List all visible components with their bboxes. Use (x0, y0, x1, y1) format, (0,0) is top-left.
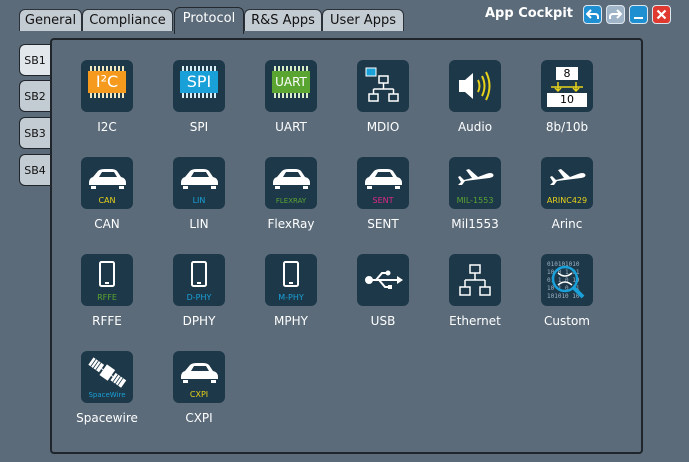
app-label: MDIO (366, 120, 400, 134)
app-label: FlexRay (267, 217, 315, 231)
app-label: RFFE (92, 314, 122, 328)
custom-decode-icon: 010101010 10 0 1 01 01 1 0 10 10 1 0 01 1010… (541, 254, 593, 306)
car-icon: CAN (81, 157, 133, 209)
usb-icon (357, 254, 409, 306)
sub-label: SpaceWire (88, 391, 126, 399)
app-label: Mil1553 (451, 217, 499, 231)
app-label: USB (370, 314, 396, 328)
app-can[interactable]: CAN CAN (61, 157, 151, 247)
car-icon: LIN (173, 157, 225, 209)
app-label: CAN (94, 217, 120, 231)
chip-text: I²C (95, 72, 119, 91)
app-ethernet[interactable]: Ethernet (429, 254, 519, 344)
app-label: UART (275, 120, 307, 134)
app-i2c[interactable]: I²C I2C (61, 60, 151, 150)
tab-rs-apps[interactable]: R&S Apps (244, 9, 322, 31)
side-tab-sb2[interactable]: SB2 (19, 80, 50, 112)
app-cxpi[interactable]: CXPI CXPI (153, 351, 243, 441)
app-lin[interactable]: LIN LIN (153, 157, 243, 247)
app-label: DPHY (182, 314, 216, 328)
app-label: CXPI (185, 411, 213, 425)
ethernet-icon (449, 254, 501, 306)
app-title: App Cockpit (485, 6, 573, 21)
tab-protocol[interactable]: Protocol (174, 7, 244, 34)
app-label: Spacewire (76, 411, 138, 425)
app-label: Arinc (551, 217, 583, 231)
forward-button[interactable] (606, 5, 625, 24)
forward-icon (609, 9, 622, 19)
sub-label: M-PHY (278, 293, 304, 302)
chip-text: SPI (186, 72, 212, 91)
sub-label: FLEXRAY (275, 197, 307, 205)
spi-chip-icon: SPI (173, 60, 225, 112)
phone-icon: D-PHY (173, 254, 225, 306)
encoding-icon: 8 10 (541, 60, 593, 112)
airplane-icon: MIL-1553 (449, 157, 501, 209)
app-flexray[interactable]: FLEXRAY FlexRay (245, 157, 335, 247)
encoding-input: 8 (563, 67, 571, 80)
app-label: LIN (189, 217, 209, 231)
encoding-output: 10 (560, 93, 574, 106)
app-label: MPHY (274, 314, 308, 328)
app-label: Ethernet (449, 314, 501, 328)
app-label: Custom (544, 314, 590, 328)
sub-label: RFFE (97, 293, 117, 302)
network-tree-icon (357, 60, 409, 112)
app-audio[interactable]: Audio (429, 60, 519, 150)
app-label: SPI (189, 120, 209, 134)
back-icon (586, 9, 599, 19)
phone-icon: RFFE (81, 254, 133, 306)
app-8b10b[interactable]: 8 10 8b/10b (521, 60, 611, 150)
side-tab-sb3[interactable]: SB3 (19, 117, 50, 149)
app-usb[interactable]: USB (337, 254, 427, 344)
app-spi[interactable]: SPI SPI (153, 60, 243, 150)
chip-text: UART (275, 75, 307, 89)
uart-chip-icon: UART (265, 60, 317, 112)
side-tab-sb4[interactable]: SB4 (19, 154, 50, 186)
back-button[interactable] (583, 5, 602, 24)
car-icon: FLEXRAY (265, 157, 317, 209)
phone-icon: M-PHY (265, 254, 317, 306)
car-icon: SENT (357, 157, 409, 209)
sub-label: D-PHY (186, 293, 212, 302)
app-uart[interactable]: UART UART (245, 60, 335, 150)
app-spacewire[interactable]: SpaceWire Spacewire (61, 351, 151, 441)
app-arinc[interactable]: ARINC429 Arinc (521, 157, 611, 247)
sub-label: CAN (98, 196, 116, 205)
tab-compliance[interactable]: Compliance (82, 9, 173, 31)
app-mdio[interactable]: MDIO (337, 60, 427, 150)
airplane-icon: ARINC429 (541, 157, 593, 209)
app-sent[interactable]: SENT SENT (337, 157, 427, 247)
app-label: SENT (367, 217, 399, 231)
app-rffe[interactable]: RFFE RFFE (61, 254, 151, 344)
close-button[interactable] (652, 5, 671, 24)
sub-label: CXPI (189, 390, 209, 399)
app-dphy[interactable]: D-PHY DPHY (153, 254, 243, 344)
app-mphy[interactable]: M-PHY MPHY (245, 254, 335, 344)
close-icon (656, 9, 667, 20)
app-mil1553[interactable]: MIL-1553 Mil1553 (429, 157, 519, 247)
svg-text:101010 10: 101010 10 (547, 293, 580, 300)
minimize-button[interactable] (629, 5, 648, 24)
app-custom[interactable]: 010101010 10 0 1 01 01 1 0 10 10 1 0 01 1010… (521, 254, 611, 344)
sub-label: LIN (192, 196, 206, 205)
side-tab-sb1[interactable]: SB1 (19, 44, 50, 76)
app-label: I2C (97, 120, 117, 134)
satellite-icon: SpaceWire (81, 351, 133, 403)
tab-user-apps[interactable]: User Apps (322, 9, 404, 31)
sub-label: MIL-1553 (456, 196, 494, 205)
speaker-icon (449, 60, 501, 112)
app-label: Audio (457, 120, 493, 134)
car-icon: CXPI (173, 351, 225, 403)
sub-label: ARINC429 (546, 196, 588, 205)
minimize-icon (634, 17, 643, 19)
tab-general[interactable]: General (19, 9, 82, 31)
top-bar: General Compliance Protocol R&S Apps Use… (0, 0, 689, 34)
sub-label: SENT (372, 196, 394, 205)
i2c-chip-icon: I²C (81, 60, 133, 112)
app-label: 8b/10b (545, 120, 589, 134)
